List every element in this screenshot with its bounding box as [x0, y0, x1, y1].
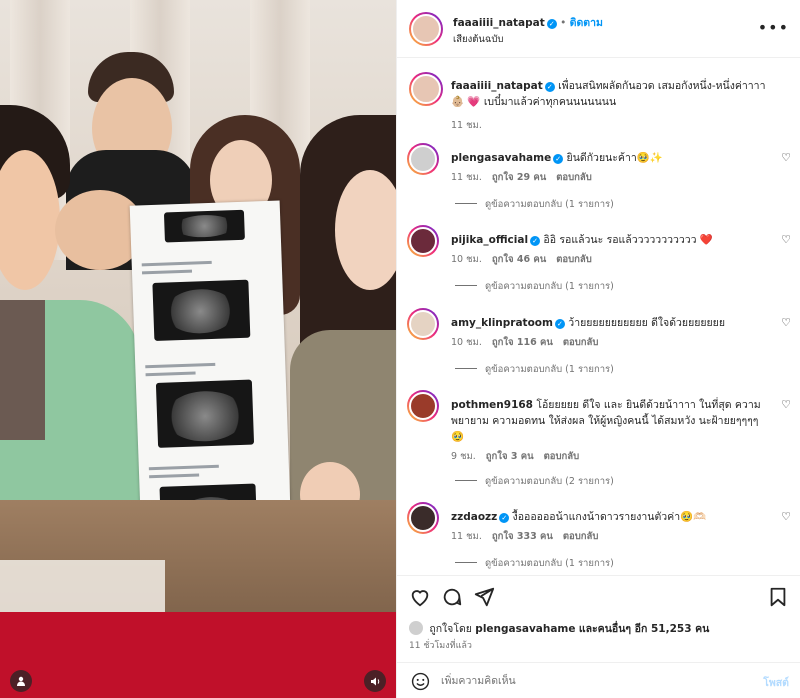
comment-username[interactable]: pijika_official — [451, 234, 528, 246]
likes-summary: ถูกใจโดย plengasavahame และคนอื่นๆ อีก 5… — [409, 620, 709, 637]
caption-time[interactable]: 11 ชม. — [451, 120, 482, 131]
verified-icon: ✓ — [544, 82, 555, 92]
ultrasound-image — [155, 379, 255, 448]
view-replies-button[interactable]: ดูข้อความตอบกลับ (2 รายการ) — [455, 474, 614, 489]
verified-icon: ✓ — [553, 154, 564, 164]
commenter-avatar[interactable] — [407, 143, 439, 175]
comment-form: โพสต์ — [397, 662, 800, 698]
comment-likes[interactable]: ถูกใจ 29 คน — [492, 172, 546, 183]
comment-username[interactable]: plengasavahame — [451, 152, 551, 164]
verified-icon: ✓ — [554, 319, 565, 329]
reply-button[interactable]: ตอบกลับ — [556, 172, 592, 183]
liked-by-others[interactable]: และคนอื่นๆ อีก 51,253 คน — [579, 623, 710, 635]
comment-time[interactable]: 10 ชม. — [451, 337, 482, 348]
person-face — [335, 170, 396, 290]
post-header: faaaiiii_natapat ✓ • ติดตาม เสียงต้นฉบับ … — [397, 0, 800, 58]
ultrasound-image — [163, 209, 245, 243]
comment-time[interactable]: 11 ชม. — [451, 172, 482, 183]
comment-like-heart-icon[interactable]: ♡ — [781, 398, 791, 411]
comment-time[interactable]: 10 ชม. — [451, 254, 482, 265]
comment-text: อิอิ รอแล้วนะ รอแล้ววววววววววว ❤️ — [543, 234, 713, 246]
post-time[interactable]: 11 ชั่วโมงที่แล้ว — [409, 638, 472, 652]
more-icon[interactable]: ••• — [758, 18, 789, 37]
heart-icon[interactable] — [409, 586, 431, 608]
reply-button[interactable]: ตอบกลับ — [563, 531, 599, 542]
post-actions: ถูกใจโดย plengasavahame และคนอื่นๆ อีก 5… — [397, 575, 800, 698]
view-replies-button[interactable]: ดูข้อความตอบกลับ (1 รายการ) — [455, 279, 614, 294]
comment-text: ยินดีกัวยนะค้าา🥹✨ — [566, 152, 663, 164]
reply-button[interactable]: ตอบกลับ — [544, 451, 580, 462]
comment-text: งื้ออออออน้าแกงน้าดาวรายงานตัวค่า🥹🫶🏻 — [512, 511, 707, 523]
sound-icon[interactable] — [364, 670, 386, 692]
commenter-avatar[interactable] — [407, 225, 439, 257]
comment-text: ว้ายยยยยยยยยยย ดีใจด้วยยยยยยย — [568, 317, 725, 329]
post-comment-button[interactable]: โพสต์ — [763, 674, 789, 691]
comment-like-heart-icon[interactable]: ♡ — [781, 510, 791, 523]
verified-icon: ✓ — [530, 236, 541, 246]
comment-icon[interactable] — [441, 586, 463, 608]
verified-icon: ✓ — [499, 513, 510, 523]
comment-time[interactable]: 11 ชม. — [451, 531, 482, 542]
liked-by-user[interactable]: plengasavahame — [475, 623, 575, 635]
comment-likes[interactable]: ถูกใจ 333 คน — [492, 531, 553, 542]
comment-username[interactable]: zzdaozz — [451, 511, 497, 523]
view-replies-button[interactable]: ดูข้อความตอบกลับ (1 รายการ) — [455, 362, 614, 377]
liker-avatar[interactable] — [409, 621, 423, 635]
audio-label[interactable]: เสียงต้นฉบับ — [453, 32, 503, 47]
comment-like-heart-icon[interactable]: ♡ — [781, 316, 791, 329]
ultrasound-image — [152, 279, 251, 341]
caption-username[interactable]: faaaiiii_natapat — [451, 80, 543, 92]
paper-sheet — [0, 560, 165, 620]
author-avatar[interactable] — [409, 72, 443, 106]
author-avatar[interactable] — [409, 12, 443, 46]
author-username[interactable]: faaaiiii_natapat — [453, 17, 545, 29]
reply-button[interactable]: ตอบกลับ — [563, 337, 599, 348]
user-tag-icon[interactable] — [10, 670, 32, 692]
comment-likes[interactable]: ถูกใจ 46 คน — [492, 254, 546, 265]
follow-button[interactable]: ติดตาม — [570, 17, 603, 29]
separator-dot: • — [560, 17, 570, 29]
comment-likes[interactable]: ถูกใจ 116 คน — [492, 337, 553, 348]
comment-likes[interactable]: ถูกใจ 3 คน — [486, 451, 534, 462]
commenter-avatar[interactable] — [407, 502, 439, 534]
comment-like-heart-icon[interactable]: ♡ — [781, 151, 791, 164]
post-detail-panel: faaaiiii_natapat ✓ • ติดตาม เสียงต้นฉบับ … — [396, 0, 800, 698]
red-cloth — [0, 612, 396, 698]
view-replies-button[interactable]: ดูข้อความตอบกลับ (1 รายการ) — [455, 556, 614, 571]
emoji-icon[interactable] — [411, 672, 430, 691]
comment-time[interactable]: 9 ชม. — [451, 451, 476, 462]
post-media[interactable] — [0, 0, 396, 698]
comment-username[interactable]: pothmen9168 — [451, 399, 533, 411]
bookmark-icon[interactable] — [767, 586, 789, 608]
commenter-avatar[interactable] — [407, 390, 439, 422]
view-replies-button[interactable]: ดูข้อความตอบกลับ (1 รายการ) — [455, 197, 614, 212]
verified-icon: ✓ — [546, 19, 557, 29]
liked-by-prefix: ถูกใจโดย — [429, 623, 472, 635]
comment-username[interactable]: amy_klinpratoom — [451, 317, 553, 329]
tattoo-arm — [0, 300, 45, 440]
comment-like-heart-icon[interactable]: ♡ — [781, 233, 791, 246]
comment-input[interactable] — [441, 672, 741, 690]
reply-button[interactable]: ตอบกลับ — [556, 254, 592, 265]
share-icon[interactable] — [473, 586, 495, 608]
commenter-avatar[interactable] — [407, 308, 439, 340]
